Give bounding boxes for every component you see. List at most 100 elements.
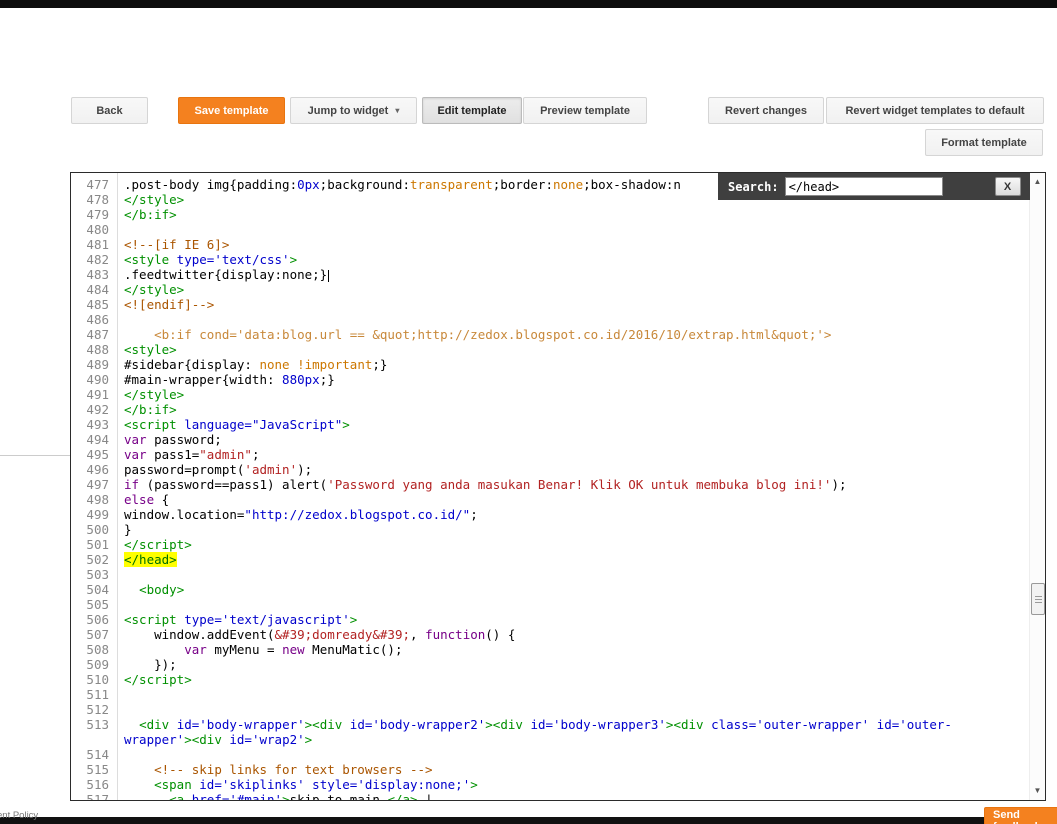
code-text[interactable] [117,597,1030,612]
code-line-489[interactable]: 489 #sidebar{display: none !important;} [71,357,1045,372]
save-template-button[interactable]: Save template [178,97,285,124]
code-text[interactable]: </script> [117,672,1030,687]
code-line-506[interactable]: 506 <script type='text/javascript'> [71,612,1045,627]
code-text[interactable]: var pass1="admin"; [117,447,1030,462]
code-line-502[interactable]: 502 </head> [71,552,1045,567]
content-policy-link[interactable]: ent Policy [0,810,38,821]
code-text[interactable]: .feedtwitter{display:none;} [117,267,1030,282]
code-text[interactable] [117,747,1030,762]
revert-widget-templates-button[interactable]: Revert widget templates to default [826,97,1044,124]
code-text[interactable]: <!-- skip links for text browsers --> [117,762,1030,777]
code-line-517[interactable]: 517 <a href='#main'>skip to main </a> | [71,792,1045,800]
back-button[interactable]: Back [71,97,148,124]
line-number: 509 [86,657,109,672]
code-text[interactable]: <a href='#main'>skip to main </a> | [117,792,1030,800]
revert-changes-button[interactable]: Revert changes [708,97,824,124]
code-text[interactable]: <div id='body-wrapper'><div id='body-wra… [117,717,1030,747]
code-text[interactable]: var password; [117,432,1030,447]
code-text[interactable] [117,222,1030,237]
code-text[interactable]: </style> [117,282,1030,297]
code-line-512[interactable]: 512 [71,702,1045,717]
code-line-508[interactable]: 508 var myMenu = new MenuMatic(); [71,642,1045,657]
code-line-507[interactable]: 507 window.addEvent(&#39;domready&#39;, … [71,627,1045,642]
scroll-down-icon[interactable]: ▼ [1030,784,1045,798]
code-line-494[interactable]: 494 var password; [71,432,1045,447]
line-number: 506 [86,612,109,627]
search-close-button[interactable]: X [994,177,1021,196]
code-text[interactable]: <script language="JavaScript"> [117,417,1030,432]
code-line-509[interactable]: 509 }); [71,657,1045,672]
format-template-button[interactable]: Format template [925,129,1043,156]
code-line-483[interactable]: 483 .feedtwitter{display:none;} [71,267,1045,282]
code-line-486[interactable]: 486 [71,312,1045,327]
code-text[interactable]: window.location="http://zedox.blogspot.c… [117,507,1030,522]
code-line-505[interactable]: 505 [71,597,1045,612]
code-line-491[interactable]: 491 </style> [71,387,1045,402]
code-line-499[interactable]: 499 window.location="http://zedox.blogspo… [71,507,1045,522]
code-line-496[interactable]: 496 password=prompt('admin'); [71,462,1045,477]
code-line-516[interactable]: 516 <span id='skiplinks' style='display:… [71,777,1045,792]
code-line-504[interactable]: 504 <body> [71,582,1045,597]
code-line-479[interactable]: 479 </b:if> [71,207,1045,222]
code-text[interactable]: }); [117,657,1030,672]
code-line-500[interactable]: 500} [71,522,1045,537]
code-text[interactable]: </b:if> [117,402,1030,417]
send-feedback-button[interactable]: Send feedback [984,807,1057,824]
code-text[interactable] [117,312,1030,327]
editor-scrollbar[interactable]: ▲ ▼ [1029,173,1045,800]
code-text[interactable]: </script> [117,537,1030,552]
code-line-481[interactable]: 481 <!--[if IE 6]> [71,237,1045,252]
code-line-485[interactable]: 485 <![endif]--> [71,297,1045,312]
code-text[interactable]: window.addEvent(&#39;domready&#39;, func… [117,627,1030,642]
code-line-497[interactable]: 497 if (password==pass1) alert('Password … [71,477,1045,492]
scroll-up-icon[interactable]: ▲ [1030,175,1045,189]
code-text[interactable]: #main-wrapper{width: 880px;} [117,372,1030,387]
code-text[interactable]: </style> [117,387,1030,402]
code-text[interactable]: } [117,522,1030,537]
search-input[interactable] [784,177,943,196]
preview-template-button[interactable]: Preview template [523,97,647,124]
code-lines[interactable]: 477 .post-body img{padding:0px;background… [71,173,1045,800]
code-text[interactable]: if (password==pass1) alert('Password yan… [117,477,1030,492]
code-line-488[interactable]: 488 <style> [71,342,1045,357]
code-text[interactable]: <script type='text/javascript'> [117,612,1030,627]
code-text[interactable]: <body> [117,582,1030,597]
line-number: 478 [86,192,109,207]
code-line-480[interactable]: 480 [71,222,1045,237]
jump-to-widget-dropdown[interactable]: Jump to widget ▾ [290,97,417,124]
code-line-484[interactable]: 484 </style> [71,282,1045,297]
code-text[interactable]: <![endif]--> [117,297,1030,312]
code-line-498[interactable]: 498 else { [71,492,1045,507]
code-line-515[interactable]: 515 <!-- skip links for text browsers --… [71,762,1045,777]
code-text[interactable] [117,567,1030,582]
code-text[interactable]: password=prompt('admin'); [117,462,1030,477]
code-line-482[interactable]: 482 <style type='text/css'> [71,252,1045,267]
code-text[interactable]: <!--[if IE 6]> [117,237,1030,252]
line-number: 479 [86,207,109,222]
code-text[interactable]: </b:if> [117,207,1030,222]
code-text[interactable]: <b:if cond='data:blog.url == &quot;http:… [117,327,1030,342]
code-text[interactable]: </head> [117,552,1030,567]
code-text[interactable] [117,687,1030,702]
code-text[interactable]: else { [117,492,1030,507]
code-line-487[interactable]: 487 <b:if cond='data:blog.url == &quot;h… [71,327,1045,342]
code-line-513[interactable]: 513 <div id='body-wrapper'><div id='body… [71,717,1045,747]
code-text[interactable]: <style type='text/css'> [117,252,1030,267]
code-text[interactable] [117,702,1030,717]
code-text[interactable]: var myMenu = new MenuMatic(); [117,642,1030,657]
code-line-492[interactable]: 492 </b:if> [71,402,1045,417]
code-line-501[interactable]: 501 </script> [71,537,1045,552]
code-line-514[interactable]: 514 [71,747,1045,762]
code-line-493[interactable]: 493 <script language="JavaScript"> [71,417,1045,432]
code-line-495[interactable]: 495 var pass1="admin"; [71,447,1045,462]
code-line-510[interactable]: 510 </script> [71,672,1045,687]
code-text[interactable]: <style> [117,342,1030,357]
code-text[interactable]: <span id='skiplinks' style='display:none… [117,777,1030,792]
code-line-503[interactable]: 503 [71,567,1045,582]
code-text[interactable]: #sidebar{display: none !important;} [117,357,1030,372]
code-line-490[interactable]: 490 #main-wrapper{width: 880px;} [71,372,1045,387]
code-line-511[interactable]: 511 [71,687,1045,702]
scrollbar-thumb[interactable] [1031,583,1045,615]
edit-template-button[interactable]: Edit template [422,97,522,124]
line-number: 495 [86,447,109,462]
